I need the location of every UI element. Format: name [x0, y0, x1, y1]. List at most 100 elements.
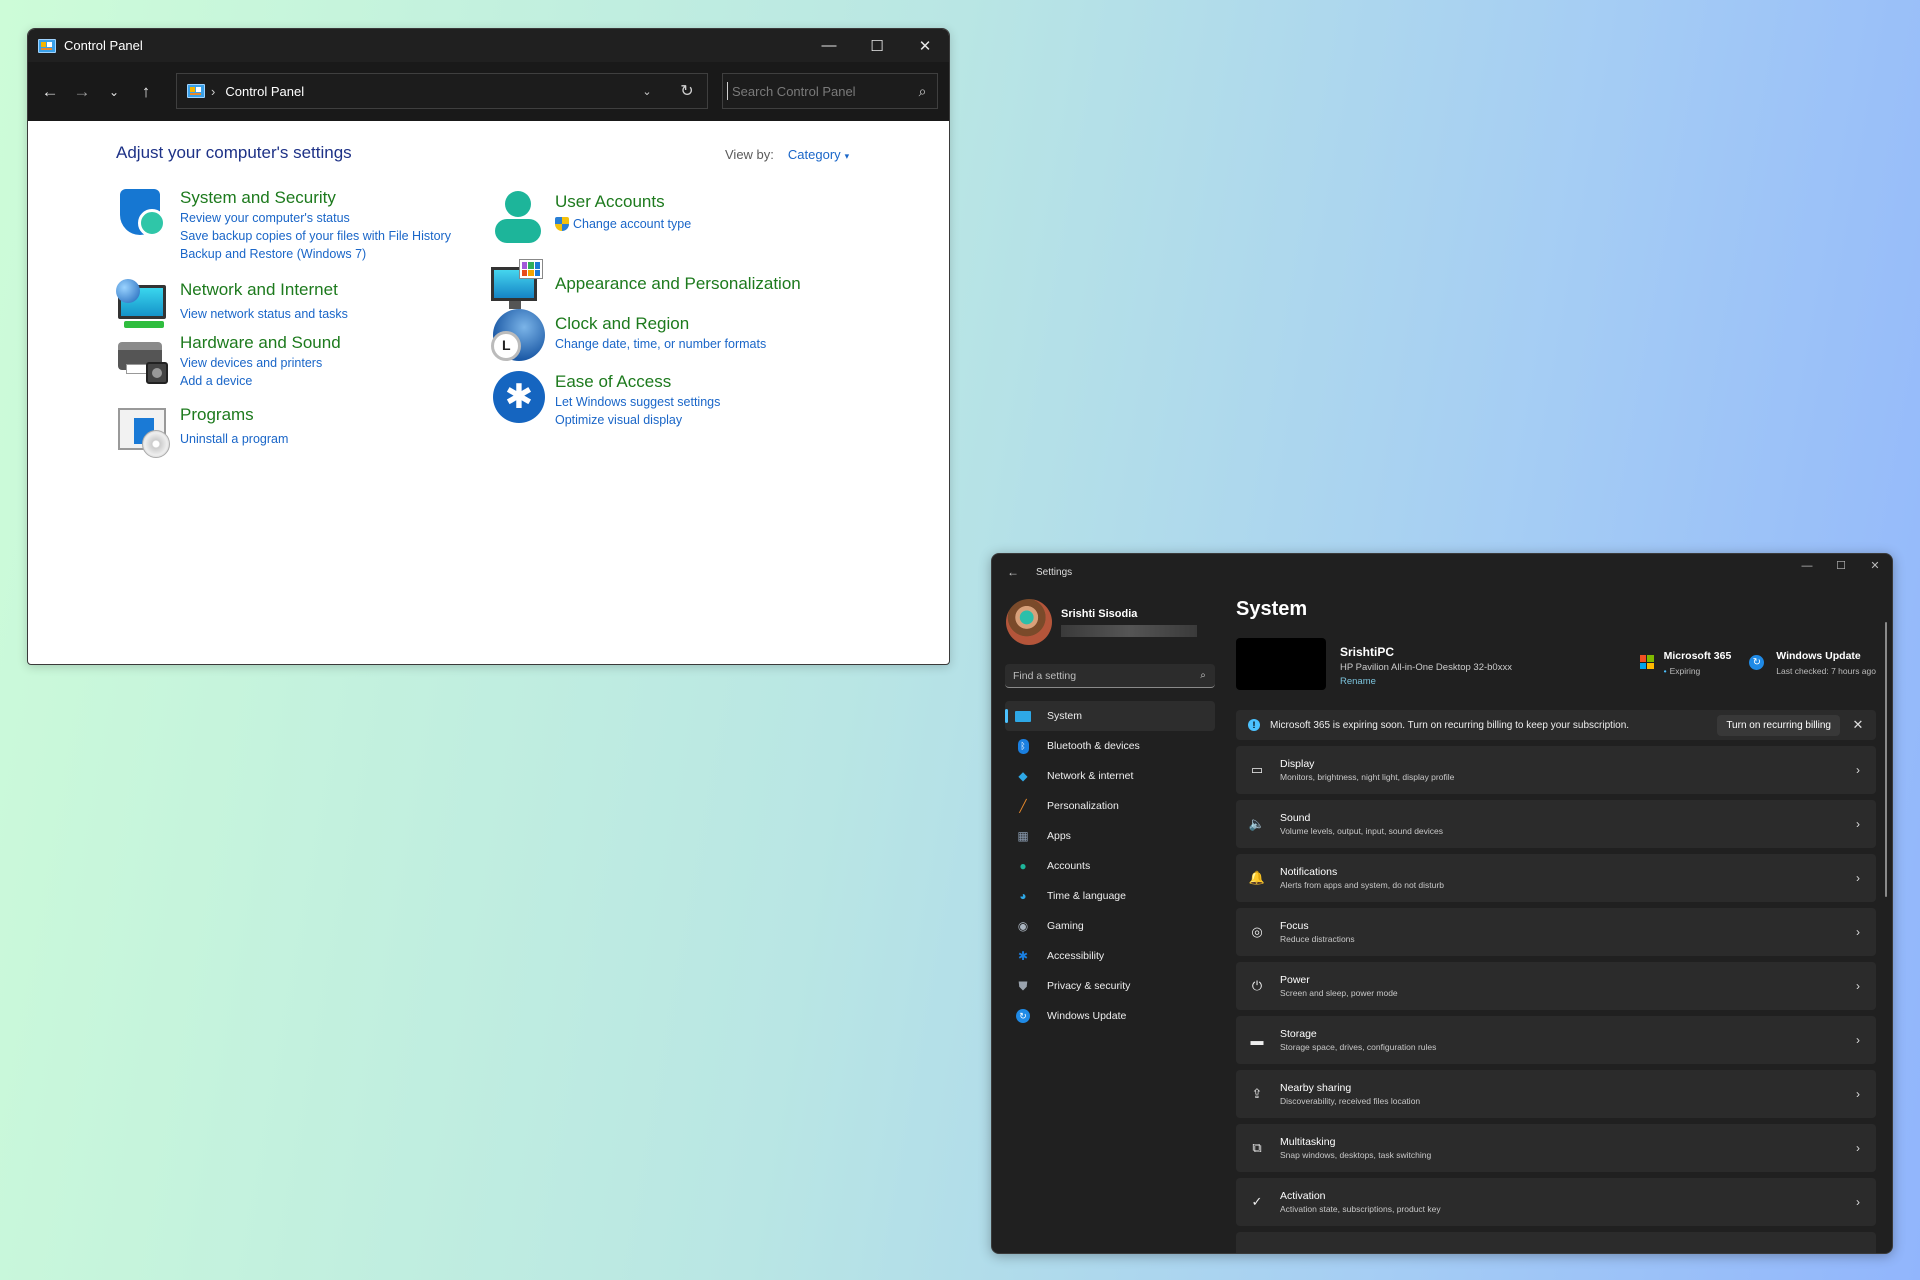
category-title[interactable]: Clock and Region	[555, 313, 766, 335]
category-title[interactable]: Network and Internet	[180, 279, 348, 301]
sidebar-item-time-language[interactable]: ◕ Time & language	[1005, 881, 1215, 911]
address-dropdown-icon[interactable]: ⌄	[627, 85, 667, 98]
settings-card-display[interactable]: ▭ Display Monitors, brightness, night lig…	[1236, 746, 1876, 794]
sidebar-item-bluetooth[interactable]: ᛒ Bluetooth & devices	[1005, 731, 1215, 761]
tile-title: Microsoft 365	[1663, 650, 1732, 662]
printer-icon[interactable]	[116, 332, 170, 386]
device-name: SrishtiPC	[1340, 645, 1395, 659]
refresh-icon[interactable]: ↻	[667, 81, 707, 101]
category-link[interactable]: Change date, time, or number formats	[555, 335, 766, 353]
category-title[interactable]: System and Security	[180, 187, 451, 209]
network-icon[interactable]	[116, 279, 170, 333]
app-title: Settings	[1036, 566, 1073, 578]
settings-card-power[interactable]: ⏻ Power Screen and sleep, power mode ›	[1236, 962, 1876, 1010]
sidebar-item-windows-update[interactable]: ↻ Windows Update	[1005, 1001, 1215, 1031]
sidebar-item-personalization[interactable]: ╱ Personalization	[1005, 791, 1215, 821]
settings-card-activation[interactable]: ✓ Activation Activation state, subscripti…	[1236, 1178, 1876, 1226]
clock-globe-icon[interactable]	[491, 309, 545, 363]
turn-on-recurring-billing-button[interactable]: Turn on recurring billing	[1717, 714, 1840, 736]
chevron-right-icon: ›	[1856, 1033, 1860, 1047]
search-control-panel-input[interactable]	[727, 82, 908, 100]
sidebar-item-accessibility[interactable]: ✱ Accessibility	[1005, 941, 1215, 971]
windows-update-icon: ↻	[1749, 655, 1765, 670]
category-link[interactable]: Review your computer's status	[180, 209, 451, 227]
category-link[interactable]: Save backup copies of your files with Fi…	[180, 227, 451, 245]
find-setting-input[interactable]	[1005, 669, 1191, 682]
settings-card-partial[interactable]	[1236, 1232, 1876, 1253]
sidebar-item-gaming[interactable]: ◉ Gaming	[1005, 911, 1215, 941]
up-arrow-icon[interactable]: ↑	[130, 82, 162, 102]
settings-card-nearby-sharing[interactable]: ⇪ Nearby sharing Discoverability, receive…	[1236, 1070, 1876, 1118]
chevron-right-icon: ›	[1856, 763, 1860, 777]
breadcrumb-control-panel[interactable]: Control Panel	[225, 84, 304, 99]
settings-card-multitasking[interactable]: ⧉ Multitasking Snap windows, desktops, ta…	[1236, 1124, 1876, 1172]
rename-link[interactable]: Rename	[1340, 676, 1512, 687]
recent-locations-chevron-icon[interactable]: ⌄	[98, 85, 130, 99]
minimize-button[interactable]: —	[805, 29, 853, 62]
category-link[interactable]: Backup and Restore (Windows 7)	[180, 245, 451, 263]
back-arrow-icon[interactable]: ←	[998, 565, 1028, 579]
shield-icon[interactable]	[116, 187, 170, 241]
control-panel-location-icon	[187, 84, 205, 98]
category-title[interactable]: Appearance and Personalization	[555, 273, 801, 295]
search-icon[interactable]: ⌕	[908, 83, 937, 100]
close-button[interactable]: ✕	[1858, 554, 1892, 578]
category-link[interactable]: View network status and tasks	[180, 305, 348, 323]
user-icon[interactable]	[491, 191, 545, 245]
windows-update-tile[interactable]: ↻ Windows Update Last checked: 7 hours a…	[1749, 650, 1876, 676]
sidebar-item-network[interactable]: ◆ Network & internet	[1005, 761, 1215, 791]
sidebar-item-accounts[interactable]: ● Accounts	[1005, 851, 1215, 881]
maximize-button[interactable]: ☐	[1824, 554, 1858, 578]
category-link[interactable]: View devices and printers	[180, 354, 341, 372]
ease-of-access-icon[interactable]: ✱	[491, 371, 545, 425]
appearance-icon[interactable]	[491, 257, 545, 311]
category-link[interactable]: Add a device	[180, 372, 341, 390]
find-setting-box[interactable]: ⌕	[1005, 664, 1215, 688]
chevron-right-icon: ›	[1856, 871, 1860, 885]
settings-titlebar[interactable]: ← Settings — ☐ ✕	[992, 554, 1892, 590]
tile-subtitle: Expiring	[1669, 666, 1701, 676]
category-title[interactable]: User Accounts	[555, 191, 691, 213]
microsoft-365-tile[interactable]: Microsoft 365 • Expiring	[1639, 650, 1732, 676]
category-link-label[interactable]: Change account type	[573, 215, 691, 233]
category-title[interactable]: Ease of Access	[555, 371, 720, 393]
sidebar-item-privacy-security[interactable]: ⛊ Privacy & security	[1005, 971, 1215, 1001]
control-panel-titlebar[interactable]: Control Panel — ☐ ✕	[28, 29, 949, 62]
sidebar-item-label: Bluetooth & devices	[1047, 740, 1140, 752]
close-button[interactable]: ✕	[901, 29, 949, 62]
user-profile[interactable]: Srishti Sisodia	[1006, 599, 1197, 645]
address-bar[interactable]: › Control Panel ⌄ ↻	[176, 73, 708, 109]
category-link[interactable]: Let Windows suggest settings	[555, 393, 720, 411]
device-model: HP Pavilion All-in-One Desktop 32-b0xxx	[1340, 662, 1512, 673]
privacy-shield-icon: ⛊	[1018, 978, 1028, 993]
settings-card-focus[interactable]: ◎ Focus Reduce distractions ›	[1236, 908, 1876, 956]
minimize-button[interactable]: —	[1790, 554, 1824, 578]
category-system-and-security: System and Security Review your computer…	[116, 187, 451, 263]
close-banner-icon[interactable]: ✕	[1840, 717, 1876, 733]
settings-window: ← Settings — ☐ ✕ Srishti Sisodia ⌕ Syste…	[991, 553, 1893, 1254]
settings-card-notifications[interactable]: 🔔 Notifications Alerts from apps and syst…	[1236, 854, 1876, 902]
category-title[interactable]: Hardware and Sound	[180, 332, 341, 354]
category-title[interactable]: Programs	[180, 404, 288, 426]
maximize-button[interactable]: ☐	[853, 29, 901, 62]
back-arrow-icon[interactable]: ←	[34, 82, 66, 102]
category-link[interactable]: Optimize visual display	[555, 411, 720, 429]
sidebar-item-apps[interactable]: ▦ Apps	[1005, 821, 1215, 851]
dropdown-caret-icon[interactable]: ▾	[845, 151, 850, 161]
scrollbar[interactable]	[1885, 622, 1887, 897]
settings-card-sound[interactable]: 🔈 Sound Volume levels, output, input, sou…	[1236, 800, 1876, 848]
category-link[interactable]: Change account type	[555, 215, 691, 233]
avatar[interactable]	[1006, 599, 1052, 645]
card-subtitle: Screen and sleep, power mode	[1280, 988, 1398, 998]
card-subtitle: Monitors, brightness, night light, displ…	[1280, 772, 1455, 782]
programs-icon[interactable]	[116, 404, 170, 458]
search-icon[interactable]: ⌕	[1191, 670, 1215, 681]
settings-card-storage[interactable]: ▬ Storage Storage space, drives, configur…	[1236, 1016, 1876, 1064]
search-box[interactable]: ⌕	[722, 73, 938, 109]
forward-arrow-icon[interactable]: →	[66, 82, 98, 102]
category-link[interactable]: Uninstall a program	[180, 430, 288, 448]
view-by-value[interactable]: Category	[788, 147, 841, 162]
sidebar-item-label: Apps	[1047, 830, 1071, 842]
sidebar-item-system[interactable]: System	[1005, 701, 1215, 731]
view-by-dropdown[interactable]: Category ▾	[788, 147, 849, 162]
